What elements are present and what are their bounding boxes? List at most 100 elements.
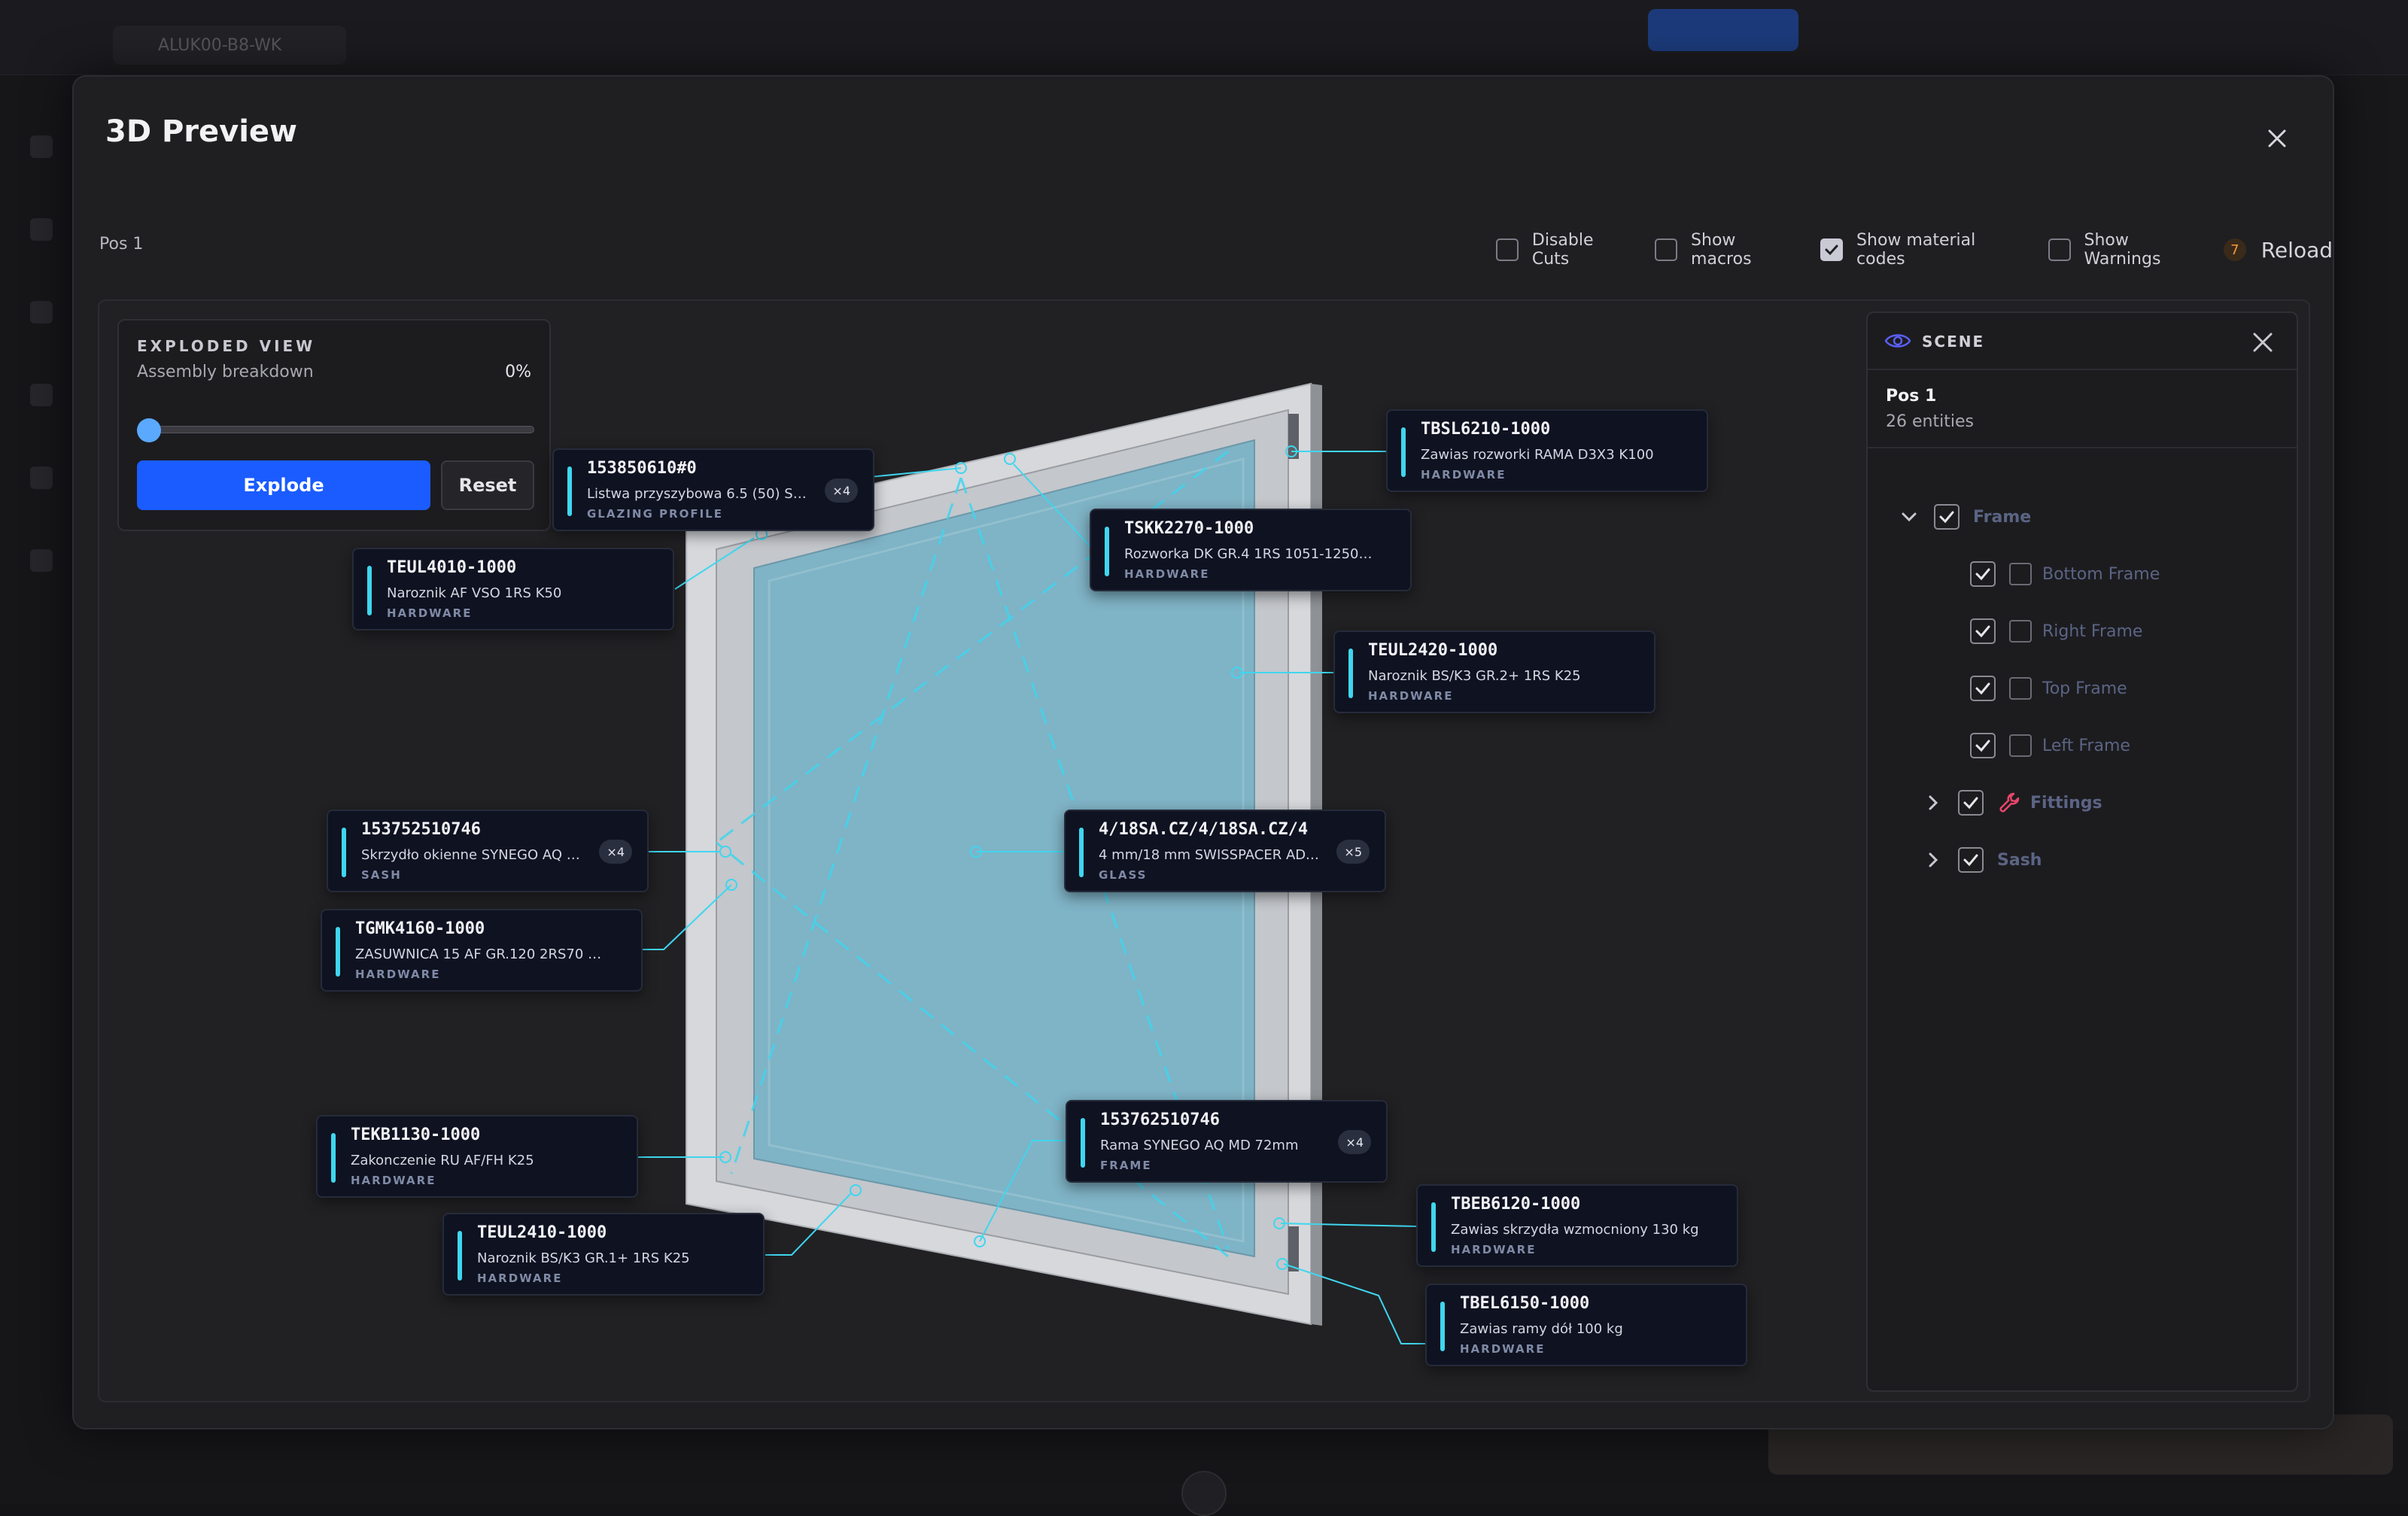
modal-close-button[interactable] — [2259, 120, 2295, 156]
tree-item-label: Bottom Frame — [2042, 565, 2160, 584]
explode-button[interactable]: Explode — [137, 460, 430, 510]
material-label-tskk2270[interactable]: TSKK2270-1000 Rozworka DK GR.4 1RS 1051-… — [1090, 509, 1412, 591]
scene-close-icon[interactable] — [2248, 328, 2277, 357]
option-label: Show macros — [1691, 231, 1801, 269]
tree-item-label: Right Frame — [2042, 622, 2142, 641]
tree-item-sash[interactable]: Sash — [1922, 841, 2042, 879]
tree-item-right-frame[interactable]: Right Frame — [1970, 612, 2142, 650]
reload-button[interactable]: Reload — [2261, 238, 2333, 263]
material-description: Rozworka DK GR.4 1RS 1051-1250 K25 — [1124, 546, 1373, 562]
scene-panel-header: SCENE — [1868, 313, 2297, 370]
bottom-frame-select-checkbox[interactable] — [2009, 563, 2032, 585]
explode-percent: 0% — [505, 363, 531, 381]
top-frame-select-checkbox[interactable] — [2009, 677, 2032, 700]
quantity-badge: ×4 — [1338, 1130, 1371, 1154]
material-label-glazing-profile[interactable]: 153850610#0 Listwa przyszybowa 6.5 (50) … — [552, 448, 874, 531]
material-label-tbsl6210[interactable]: TBSL6210-1000 Zawias rozworki RAMA D3X3 … — [1386, 409, 1708, 492]
material-label-teul2420[interactable]: TEUL2420-1000 Naroznik BS/K3 GR.2+ 1RS K… — [1333, 630, 1655, 713]
material-code: 4/18SA.CZ/4/18SA.CZ/4 — [1099, 820, 1308, 839]
background-tab-title: ALUK00-B8-WK — [158, 36, 281, 55]
scene-panel: SCENE Pos 1 26 entities Frame — [1866, 311, 2298, 1392]
option-disable-cuts[interactable]: Disable Cuts — [1496, 231, 1635, 269]
material-category: HARDWARE — [387, 606, 472, 620]
3d-viewport[interactable]: EXPLODED VIEW Assembly breakdown 0% Expl… — [98, 299, 2310, 1402]
check-icon — [1961, 793, 1981, 813]
material-label-teul2410[interactable]: TEUL2410-1000 Naroznik BS/K3 GR.1+ 1RS K… — [442, 1213, 765, 1296]
material-code: 153752510746 — [361, 820, 481, 839]
quantity-badge: ×4 — [825, 478, 858, 503]
material-label-tekb1130[interactable]: TEKB1130-1000 Zakonczenie RU AF/FH K25 H… — [316, 1115, 638, 1198]
material-description: 4 mm/18 mm SWISSPACER ADVANCE — [1099, 847, 1324, 863]
check-icon — [1961, 850, 1981, 870]
chevron-down-icon[interactable] — [1898, 506, 1920, 528]
label-accent-bar — [1079, 828, 1084, 877]
material-label-tgmk4160[interactable]: TGMK4160-1000 ZASUWNICA 15 AF GR.120 2RS… — [321, 909, 643, 992]
chevron-right-icon[interactable] — [1922, 791, 1944, 814]
material-code: TEKB1130-1000 — [351, 1126, 480, 1144]
exploded-view-subtitle: Assembly breakdown — [137, 363, 314, 381]
fittings-visibility-checkbox[interactable] — [1958, 790, 1984, 816]
label-accent-bar — [1081, 1118, 1085, 1168]
bottom-frame-visibility-checkbox[interactable] — [1970, 561, 1996, 587]
material-label-tbel6150[interactable]: TBEL6150-1000 Zawias ramy dół 100 kg HAR… — [1425, 1284, 1747, 1366]
frame-visibility-checkbox[interactable] — [1934, 504, 1960, 530]
scene-entity-count: 26 entities — [1886, 412, 1974, 431]
material-label-teul4010[interactable]: TEUL4010-1000 Naroznik AF VSO 1RS K50 HA… — [352, 548, 674, 630]
label-accent-bar — [458, 1231, 462, 1281]
left-frame-visibility-checkbox[interactable] — [1970, 733, 1996, 758]
chevron-right-icon[interactable] — [1922, 849, 1944, 871]
tree-item-label: Left Frame — [2042, 737, 2130, 755]
material-label-sash[interactable]: 153752510746 Skrzydło okienne SYNEGO AQ … — [327, 810, 649, 892]
close-icon — [2259, 120, 2295, 156]
show-warnings-checkbox[interactable] — [2048, 238, 2071, 261]
label-accent-bar — [1401, 427, 1406, 477]
disable-cuts-checkbox[interactable] — [1496, 238, 1519, 261]
option-show-warnings[interactable]: Show Warnings 7 — [2048, 231, 2246, 269]
warnings-count-badge: 7 — [2224, 238, 2246, 261]
option-show-macros[interactable]: Show macros — [1655, 231, 1801, 269]
modal-title: 3D Preview — [105, 114, 297, 149]
background-sidebar-icon — [30, 549, 53, 572]
reset-button[interactable]: Reset — [441, 460, 534, 510]
material-description: Zawias ramy dół 100 kg — [1460, 1321, 1708, 1337]
material-category: HARDWARE — [1451, 1243, 1536, 1256]
material-label-tbeb6120[interactable]: TBEB6120-1000 Zawias skrzydła wzmocniony… — [1416, 1184, 1738, 1267]
material-description: Zakonczenie RU AF/FH K25 — [351, 1153, 599, 1168]
tree-item-label: Fittings — [2030, 794, 2102, 813]
material-description: Zawias skrzydła wzmocniony 130 kg — [1451, 1222, 1699, 1238]
material-category: FRAME — [1100, 1159, 1152, 1172]
material-description: Listwa przyszybowa 6.5 (50) SYNEGO AQ — [587, 486, 813, 502]
tree-item-fittings[interactable]: Fittings — [1922, 784, 2102, 822]
sash-visibility-checkbox[interactable] — [1958, 847, 1984, 873]
right-frame-visibility-checkbox[interactable] — [1970, 618, 1996, 644]
tree-item-top-frame[interactable]: Top Frame — [1970, 670, 2127, 707]
background-sidebar-icon — [30, 218, 53, 241]
explode-slider-thumb[interactable] — [137, 418, 161, 442]
top-frame-visibility-checkbox[interactable] — [1970, 676, 1996, 701]
option-show-material-codes[interactable]: Show material codes — [1820, 231, 2028, 269]
view-options: Disable Cuts Show macros Show material c… — [1496, 233, 2333, 266]
explode-slider-track[interactable] — [137, 426, 534, 433]
background-sidebar-icon — [30, 301, 53, 324]
material-label-glass[interactable]: 4/18SA.CZ/4/18SA.CZ/4 4 mm/18 mm SWISSPA… — [1064, 810, 1386, 892]
material-category: HARDWARE — [1368, 689, 1453, 703]
app-logo-icon — [1181, 1471, 1227, 1516]
label-accent-bar — [367, 566, 372, 615]
scene-divider — [1868, 447, 2297, 448]
material-description: Naroznik BS/K3 GR.1+ 1RS K25 — [477, 1250, 725, 1266]
material-description: Naroznik BS/K3 GR.2+ 1RS K25 — [1368, 668, 1616, 684]
show-macros-checkbox[interactable] — [1655, 238, 1677, 261]
label-accent-bar — [567, 466, 572, 516]
right-frame-select-checkbox[interactable] — [2009, 620, 2032, 643]
tree-item-left-frame[interactable]: Left Frame — [1970, 727, 2130, 764]
exploded-view-panel: EXPLODED VIEW Assembly breakdown 0% Expl… — [117, 319, 551, 531]
material-label-frame[interactable]: 153762510746 Rama SYNEGO AQ MD 72mm FRAM… — [1066, 1100, 1388, 1183]
scene-tree: Frame Bottom Frame Right Frame — [1868, 463, 2297, 915]
show-material-codes-checkbox[interactable] — [1820, 238, 1843, 261]
tree-item-frame[interactable]: Frame — [1898, 498, 2031, 536]
preview-modal: 3D Preview Pos 1 Disable Cuts Show macro… — [72, 75, 2334, 1429]
position-label: Pos 1 — [99, 235, 143, 254]
label-accent-bar — [1348, 649, 1353, 698]
left-frame-select-checkbox[interactable] — [2009, 734, 2032, 757]
tree-item-bottom-frame[interactable]: Bottom Frame — [1970, 555, 2160, 593]
